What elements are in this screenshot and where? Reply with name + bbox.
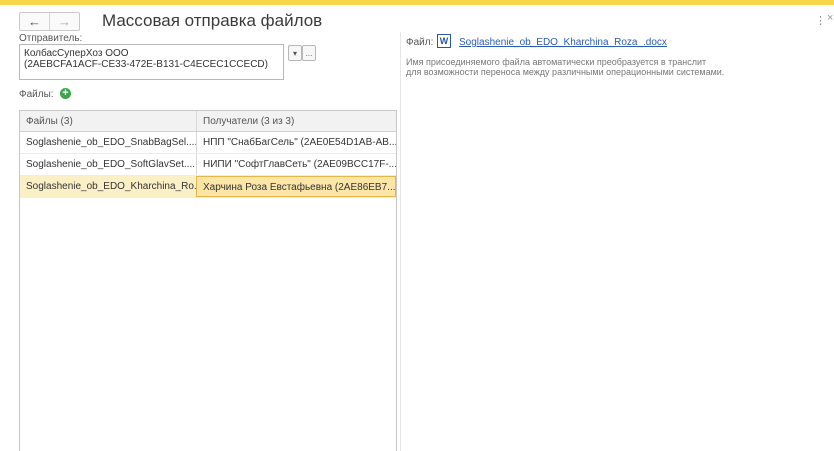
close-icon[interactable]: × — [827, 12, 833, 24]
more-menu-icon[interactable]: ⋮ — [815, 14, 826, 27]
column-header-recipients[interactable]: Получатели (3 из 3) — [196, 111, 396, 131]
sender-label: Отправитель: — [19, 33, 83, 44]
sender-select-button[interactable]: ... — [302, 45, 316, 61]
file-cell[interactable]: Soglashenie_ob_EDO_Kharchina_Ro... — [20, 176, 196, 197]
sender-dropdown-button[interactable]: ▾ — [288, 45, 302, 61]
sender-name: КолбасСуперХоз ООО — [24, 48, 129, 59]
transliteration-note: Имя присоединяемого файла автоматически … — [406, 57, 724, 77]
add-file-icon[interactable]: + — [60, 88, 71, 99]
sender-field[interactable]: КолбасСуперХоз ООО (2AEBCFA1ACF-CE33-472… — [19, 44, 284, 80]
file-cell[interactable]: Soglashenie_ob_EDO_SnabBagSel.... — [20, 132, 196, 153]
nav-buttons: ← → — [19, 12, 80, 31]
column-header-files[interactable]: Файлы (3) — [20, 111, 196, 131]
window-title: Массовая отправка файлов — [102, 11, 323, 30]
panel-divider — [400, 32, 401, 451]
title-bar: ← → Массовая отправка файлов ⋮ × — [0, 5, 834, 32]
table-row[interactable]: Soglashenie_ob_EDO_SnabBagSel.... НПП "С… — [20, 132, 396, 154]
recipient-cell-active[interactable]: Харчина Роза Евстафьевна (2AE86EB7... — [196, 176, 396, 197]
note-line-2: для возможности переноса между различным… — [406, 67, 725, 77]
file-label: Файл: — [406, 37, 434, 48]
table-row-selected[interactable]: Soglashenie_ob_EDO_Kharchina_Ro... Харчи… — [20, 176, 396, 198]
word-document-icon: W — [437, 34, 451, 48]
note-line-1: Имя присоединяемого файла автоматически … — [406, 57, 707, 67]
recipient-cell[interactable]: НПП "СнабБагСель" (2AE0E54D1AB-AB... — [196, 132, 396, 153]
recipient-cell[interactable]: НИПИ "СофтГлавСеть" (2AE09BCC17F-... — [196, 154, 396, 175]
files-table: Файлы (3) Получатели (3 из 3) Soglasheni… — [19, 110, 397, 451]
back-arrow-icon[interactable]: ← — [20, 13, 49, 30]
forward-arrow-icon[interactable]: → — [49, 13, 79, 30]
table-row[interactable]: Soglashenie_ob_EDO_SoftGlavSet.... НИПИ … — [20, 154, 396, 176]
sender-id: (2AEBCFA1ACF-CE33-472E-B131-C4ECEC1CCECD… — [24, 59, 268, 70]
file-name-link[interactable]: Soglashenie_ob_EDO_Kharchina_Roza_.docx — [459, 37, 667, 48]
table-header: Файлы (3) Получатели (3 из 3) — [20, 111, 396, 132]
file-cell[interactable]: Soglashenie_ob_EDO_SoftGlavSet.... — [20, 154, 196, 175]
files-label: Файлы: — [19, 89, 54, 100]
